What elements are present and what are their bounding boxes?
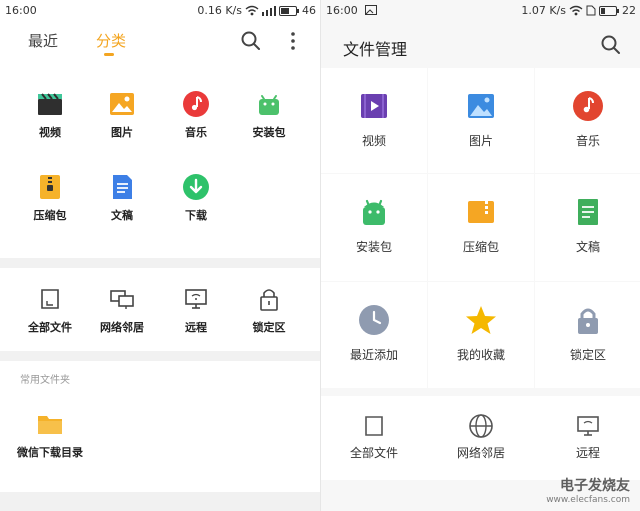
archive-icon	[468, 201, 494, 223]
grid-image[interactable]: 图片	[428, 68, 534, 173]
image-icon	[468, 94, 494, 118]
folder-item[interactable]: 微信下载目录	[10, 410, 90, 460]
folder-icon	[38, 416, 62, 434]
remote-icon	[577, 416, 599, 436]
signal-icon	[262, 5, 276, 16]
left-screen: 16:00 0.16 K/s 46 最近 分类 视频 图片 音乐 安装包 压缩包	[0, 0, 320, 511]
category-archive[interactable]: 压缩包	[10, 173, 90, 223]
status-right: 1.07 K/s 22	[521, 4, 636, 17]
tools-section: 全部文件 网络邻居 远程	[321, 396, 640, 480]
category-music[interactable]: 音乐	[156, 90, 236, 140]
section-divider	[0, 258, 320, 268]
category-document[interactable]: 文稿	[82, 173, 162, 223]
grid-apk[interactable]: 安装包	[321, 174, 427, 281]
bottom-divider	[0, 492, 320, 511]
watermark-text: 电子发烧友	[560, 478, 630, 494]
lock-icon	[578, 308, 598, 334]
grid-lock-zone[interactable]: 锁定区	[535, 282, 640, 388]
tab-bar: 最近 分类	[0, 22, 320, 60]
tool-lock-zone[interactable]: 锁定区	[229, 285, 309, 335]
tab-category[interactable]: 分类	[96, 30, 126, 51]
grid-music[interactable]: 音乐	[535, 68, 640, 173]
battery-level: 22	[622, 4, 636, 17]
title-bar: 文件管理	[321, 22, 640, 68]
clock-icon	[359, 305, 389, 335]
grid-favorites[interactable]: 我的收藏	[428, 282, 534, 388]
tool-remote[interactable]: 远程	[156, 285, 236, 335]
active-tab-indicator	[104, 53, 114, 56]
tool-network[interactable]: 网络邻居	[428, 396, 534, 480]
lock-icon	[260, 289, 278, 311]
wifi-icon	[569, 5, 583, 16]
network-icon	[110, 290, 134, 309]
right-screen: 16:00 1.07 K/s 22 文件管理 视频 图片 音乐 安装包 压缩包 …	[320, 0, 640, 511]
page-title: 文件管理	[343, 40, 408, 59]
download-icon	[183, 174, 209, 200]
section-title: 常用文件夹	[20, 375, 70, 386]
image-notification-icon	[365, 5, 377, 15]
clapper-icon	[38, 93, 62, 115]
network-speed: 1.07 K/s	[521, 4, 566, 17]
image-icon	[110, 93, 134, 115]
document-icon	[578, 199, 598, 225]
battery-level: 46	[302, 4, 316, 17]
tool-all-files[interactable]: 全部文件	[10, 285, 90, 335]
remote-icon	[185, 289, 207, 309]
status-time: 16:00	[326, 4, 358, 17]
section-divider	[0, 351, 320, 361]
music-icon	[573, 91, 603, 121]
network-speed: 0.16 K/s	[197, 4, 242, 17]
grid-document[interactable]: 文稿	[535, 174, 640, 281]
tool-remote[interactable]: 远程	[535, 396, 640, 480]
document-icon	[113, 175, 132, 199]
android-icon	[363, 199, 385, 225]
category-apk[interactable]: 安装包	[229, 90, 309, 140]
tab-recent[interactable]: 最近	[28, 30, 58, 51]
grid-recent[interactable]: 最近添加	[321, 282, 427, 388]
grid-archive[interactable]: 压缩包	[428, 174, 534, 281]
watermark-url: www.elecfans.com	[546, 495, 630, 505]
globe-icon	[469, 414, 493, 438]
sim-icon	[586, 5, 596, 16]
android-icon	[259, 95, 279, 115]
category-image[interactable]: 图片	[82, 90, 162, 140]
search-icon[interactable]	[240, 30, 262, 52]
sdcard-icon	[41, 289, 59, 309]
category-download[interactable]: 下载	[156, 173, 236, 223]
more-icon[interactable]	[290, 30, 296, 52]
sdcard-icon	[365, 416, 383, 436]
battery-icon	[279, 5, 299, 16]
grid-video[interactable]: 视频	[321, 68, 427, 173]
search-icon[interactable]	[600, 34, 622, 56]
watermark: 电子发烧友 www.elecfans.com	[546, 475, 630, 505]
archive-icon	[40, 175, 60, 199]
tool-all-files[interactable]: 全部文件	[321, 396, 427, 480]
category-video[interactable]: 视频	[10, 90, 90, 140]
wifi-icon	[245, 5, 259, 16]
status-bar: 16:00 1.07 K/s 22	[321, 0, 640, 22]
status-bar: 16:00 0.16 K/s 46	[0, 0, 320, 22]
status-right: 0.16 K/s 46	[197, 4, 316, 17]
tool-network[interactable]: 网络邻居	[82, 285, 162, 335]
music-icon	[183, 91, 209, 117]
status-time: 16:00	[5, 4, 37, 17]
video-icon	[361, 94, 387, 118]
star-icon	[466, 306, 496, 334]
battery-icon	[599, 5, 619, 16]
